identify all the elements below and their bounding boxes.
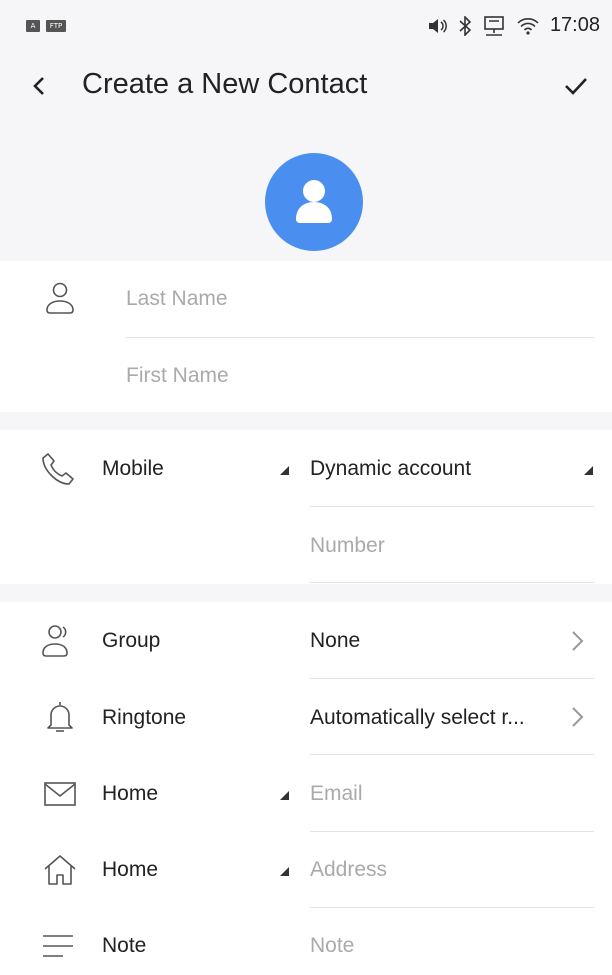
check-icon <box>565 78 587 95</box>
first-name-field[interactable]: First Name <box>126 364 229 388</box>
mail-icon <box>42 776 78 812</box>
section-separator <box>0 584 612 602</box>
status-time: 17:08 <box>549 14 600 36</box>
volume-icon <box>428 18 448 34</box>
dropdown-triangle-icon[interactable] <box>280 466 289 475</box>
note-lines-icon <box>40 928 76 964</box>
account-selector[interactable]: Dynamic account <box>310 457 471 481</box>
avatar[interactable] <box>265 153 363 251</box>
group-label: Group <box>102 629 161 652</box>
network-icon <box>482 15 506 37</box>
group-icon <box>40 622 76 658</box>
person-icon <box>296 180 332 223</box>
email-field[interactable]: Email <box>310 782 363 806</box>
section-separator <box>0 412 612 430</box>
ftp-icon: FTP <box>46 20 66 32</box>
dropdown-triangle-icon[interactable] <box>280 791 289 800</box>
phone-type-selector[interactable]: Mobile <box>102 457 164 481</box>
divider <box>310 831 594 832</box>
divider <box>310 506 594 507</box>
home-icon <box>42 852 78 888</box>
ringtone-selector[interactable]: Automatically select r... <box>310 706 525 730</box>
phone-number-field[interactable]: Number <box>310 534 385 558</box>
chevron-right-icon[interactable] <box>568 629 586 653</box>
divider <box>310 907 594 908</box>
divider <box>126 337 594 338</box>
email-type-selector[interactable]: Home <box>102 782 158 806</box>
status-right: 17:08 <box>428 14 600 37</box>
bluetooth-icon <box>458 15 472 36</box>
page-title: Create a New Contact <box>82 68 368 100</box>
dropdown-triangle-icon[interactable] <box>280 867 289 876</box>
wifi-icon <box>516 16 540 36</box>
phone-icon <box>40 451 76 487</box>
back-button[interactable] <box>26 72 54 100</box>
status-left-icons: A FTP <box>26 20 66 32</box>
app-header: Create a New Contact <box>0 56 612 118</box>
chevron-left-icon <box>33 77 44 95</box>
group-selector[interactable]: None <box>310 629 360 653</box>
last-name-field[interactable]: Last Name <box>126 287 228 311</box>
note-label: Note <box>102 934 147 957</box>
dropdown-triangle-icon[interactable] <box>584 466 593 475</box>
divider <box>310 678 594 679</box>
ringtone-label: Ringtone <box>102 706 187 729</box>
address-field[interactable]: Address <box>310 858 387 882</box>
save-button[interactable] <box>560 70 592 102</box>
person-outline-icon <box>42 280 78 316</box>
bell-icon <box>42 698 78 734</box>
address-type-selector[interactable]: Home <box>102 858 158 882</box>
note-field[interactable]: Note <box>310 934 354 958</box>
status-bar: A FTP 17:08 <box>0 0 612 56</box>
avatar-area <box>0 118 612 261</box>
chevron-right-icon[interactable] <box>568 705 586 729</box>
a-icon: A <box>26 20 40 32</box>
divider <box>310 754 594 755</box>
divider <box>310 582 594 583</box>
